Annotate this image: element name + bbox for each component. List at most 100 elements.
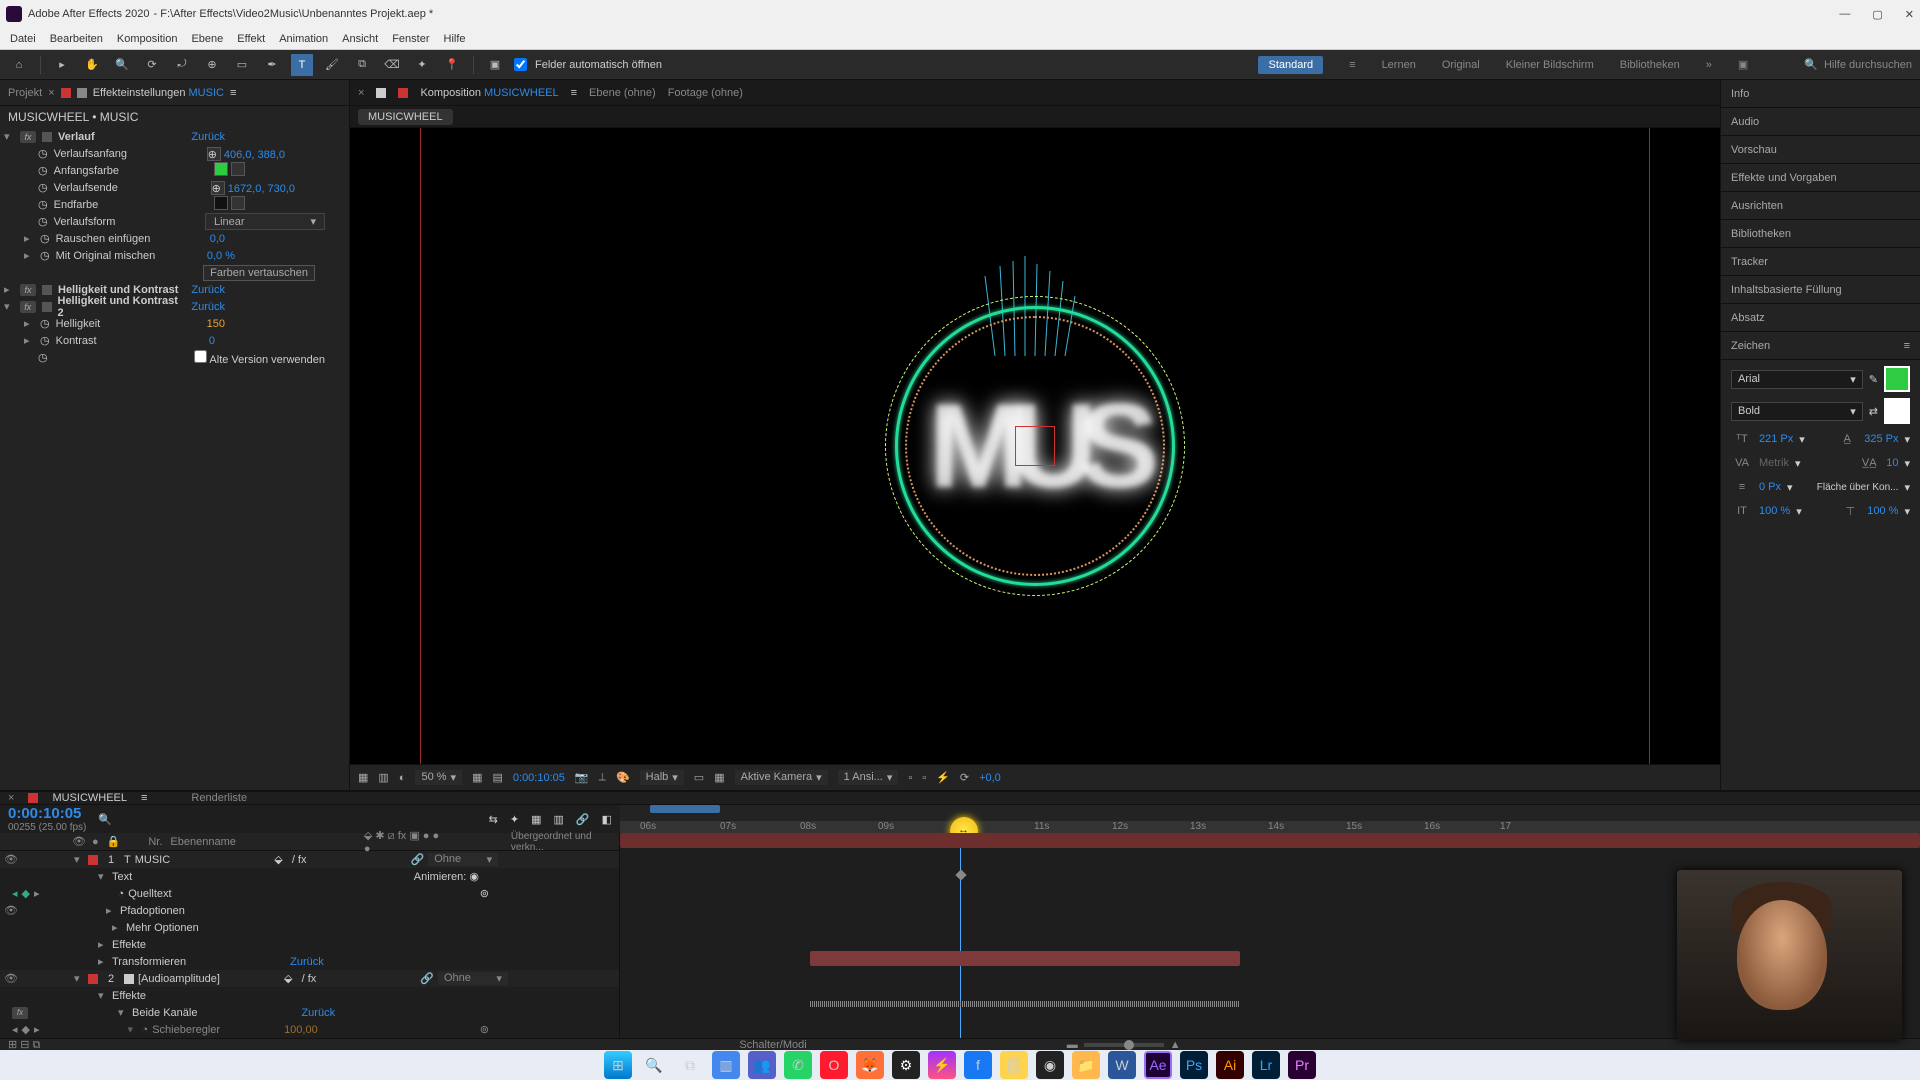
pen-tool-icon[interactable]: ✒ (261, 54, 283, 76)
orbit-tool-icon[interactable]: ⟳ (141, 54, 163, 76)
playhead-line[interactable] (960, 833, 961, 1038)
stroke-color-swatch[interactable] (1884, 398, 1910, 424)
stopwatch-icon[interactable]: ◷ (40, 334, 50, 347)
shape-dropdown[interactable]: Linear▾ (205, 213, 325, 230)
notes-icon[interactable]: 🗒 (1000, 1051, 1028, 1079)
fx-badge-icon[interactable]: fx (20, 131, 36, 143)
workspace-kleiner[interactable]: Kleiner Bildschirm (1506, 59, 1594, 71)
panel-preview[interactable]: Vorschau (1721, 136, 1920, 164)
current-timecode[interactable]: 0:00:10:05 (8, 805, 86, 822)
3d-icon[interactable]: ▫ (908, 772, 912, 784)
panel-paragraph[interactable]: Absatz (1721, 304, 1920, 332)
auto-open-checkbox[interactable] (514, 58, 527, 71)
facebook-icon[interactable]: f (964, 1051, 992, 1079)
anchor-tool-icon[interactable]: ⊕ (201, 54, 223, 76)
eyedropper-icon[interactable] (231, 162, 245, 176)
fx-badge-icon[interactable]: fx (20, 284, 36, 296)
rect-tool-icon[interactable]: ▭ (231, 54, 253, 76)
start-button[interactable]: ⊞ (604, 1051, 632, 1079)
panel-tracker[interactable]: Tracker (1721, 248, 1920, 276)
menu-ebene[interactable]: Ebene (191, 33, 223, 45)
res-dropdown[interactable]: Halb ▾ (640, 770, 684, 785)
brush-tool-icon[interactable]: 🖌 (321, 54, 343, 76)
views-dropdown[interactable]: 1 Ansi... ▾ (838, 770, 899, 785)
workspace-overflow-icon[interactable]: » (1706, 59, 1712, 71)
eraser-tool-icon[interactable]: ⌫ (381, 54, 403, 76)
guides-icon[interactable]: ▤ (492, 771, 502, 784)
stopwatch-active-icon[interactable]: ◔ (118, 888, 125, 900)
zoom-tool-icon[interactable]: 🔍 (111, 54, 133, 76)
messenger-icon[interactable]: ⚡ (928, 1051, 956, 1079)
hand-tool-icon[interactable]: ✋ (81, 54, 103, 76)
stopwatch-icon[interactable]: ◷ (38, 215, 48, 228)
selection-handle[interactable] (1015, 426, 1055, 466)
tab-renderqueue[interactable]: Renderliste (191, 792, 247, 804)
whatsapp-icon[interactable]: ✆ (784, 1051, 812, 1079)
word-icon[interactable]: W (1108, 1051, 1136, 1079)
stopwatch-icon[interactable]: ◷ (38, 198, 48, 211)
comp-close-icon[interactable]: × (358, 87, 364, 99)
tab-menu-icon[interactable]: ≡ (571, 87, 577, 99)
twirl-icon[interactable]: ▾ (4, 130, 14, 143)
crosshair-icon[interactable]: ⊕ (211, 181, 225, 195)
camera-dropdown[interactable]: Aktive Kamera ▾ (735, 770, 828, 785)
leading-value[interactable]: 325 Px (1864, 433, 1898, 445)
font-size-value[interactable]: 221 Px (1759, 433, 1793, 445)
res-icon1[interactable]: ▦ (358, 771, 368, 784)
crosshair-icon[interactable]: ⊕ (207, 147, 221, 161)
timeline-close-icon[interactable]: × (8, 792, 14, 804)
panel-menu-icon[interactable]: ≡ (230, 87, 236, 99)
grid-icon[interactable]: ▦ (472, 771, 482, 784)
stopwatch-icon[interactable]: ◷ (38, 181, 48, 194)
res-icon2[interactable]: ▥ (378, 771, 388, 784)
composition-viewer[interactable]: MUS (350, 128, 1720, 764)
next-keyframe-icon[interactable]: ▸ (34, 887, 40, 900)
tracking-value[interactable]: 10 (1886, 457, 1898, 469)
workspace-standard[interactable]: Standard (1258, 56, 1323, 74)
alpha-icon[interactable]: ◐ (399, 772, 406, 784)
tl-btn1-icon[interactable]: ⇆ (489, 813, 498, 826)
tab-project[interactable]: Projekt (8, 87, 42, 99)
visibility-toggle[interactable]: 👁 (4, 904, 16, 917)
visibility-toggle[interactable]: 👁 (4, 853, 16, 866)
snapshot-icon[interactable]: 📷 (575, 771, 589, 784)
menu-fenster[interactable]: Fenster (392, 33, 429, 45)
menu-hilfe[interactable]: Hilfe (444, 33, 466, 45)
tab-effect-controls[interactable]: Effekteinstellungen MUSIC (93, 87, 224, 99)
draft3d-icon[interactable]: ▫ (922, 772, 926, 784)
swap-colors-button[interactable]: Farben vertauschen (203, 265, 315, 281)
search-icon[interactable]: 🔍 (1804, 58, 1818, 71)
panel-audio[interactable]: Audio (1721, 108, 1920, 136)
end-point-value[interactable]: 1672,0, 730,0 (228, 183, 295, 195)
font-family-dropdown[interactable]: Arial▾ (1731, 370, 1863, 389)
selection-tool-icon[interactable]: ▸ (51, 54, 73, 76)
app-icon[interactable]: ⚙ (892, 1051, 920, 1079)
search-help-input[interactable]: Hilfe durchsuchen (1824, 59, 1912, 71)
vscale-value[interactable]: 100 % (1759, 505, 1790, 517)
zoom-slider[interactable] (1084, 1043, 1164, 1047)
workspace-bibliotheken[interactable]: Bibliotheken (1620, 59, 1680, 71)
next-keyframe-icon[interactable]: ▸ (34, 1023, 40, 1036)
visibility-toggle[interactable]: 👁 (4, 972, 16, 985)
flowchart-chip[interactable]: MUSICWHEEL (358, 109, 453, 125)
panel-info[interactable]: Info (1721, 80, 1920, 108)
tab-composition[interactable]: Komposition MUSICWHEEL (420, 87, 558, 99)
stopwatch-active-icon[interactable]: ◔ (142, 1024, 149, 1036)
after-effects-icon[interactable]: Ae (1144, 1051, 1172, 1079)
premiere-icon[interactable]: Pr (1288, 1051, 1316, 1079)
eyedropper-icon[interactable]: ✎ (1869, 373, 1878, 386)
panel-toggle-icon[interactable]: ▣ (484, 54, 506, 76)
layer-row-2[interactable]: 👁 ▾ 2 [Audioamplitude] ⬙ / fx 🔗 Ohne▾ (0, 970, 619, 987)
folder-icon[interactable]: 📁 (1072, 1051, 1100, 1079)
hscale-value[interactable]: 100 % (1867, 505, 1898, 517)
keyframe-diamond[interactable] (955, 869, 966, 880)
maximize-button[interactable]: ▢ (1872, 8, 1882, 21)
twirl-icon[interactable]: ▾ (74, 853, 84, 866)
kerning-value[interactable]: Metrik (1759, 457, 1789, 469)
fill-color-swatch[interactable] (1884, 366, 1910, 392)
animate-menu-icon[interactable]: ◉ (469, 871, 479, 883)
illustrator-icon[interactable]: Ai (1216, 1051, 1244, 1079)
timeline-ruler[interactable]: 06s 07s 08s 09s 10s 11s 12s 13s 14s 15s … (620, 805, 1920, 833)
home-icon[interactable]: ⌂ (8, 54, 30, 76)
region-icon[interactable]: ▭ (694, 771, 704, 784)
